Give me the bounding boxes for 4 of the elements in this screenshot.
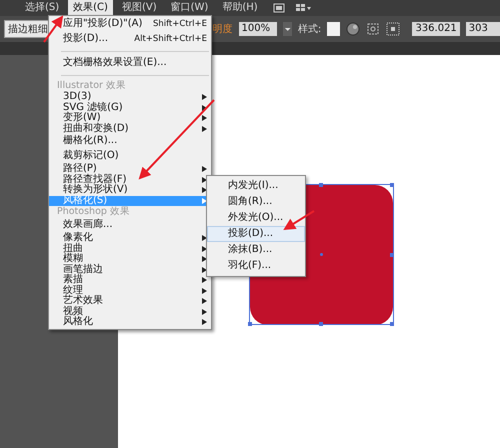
menu-section-header: Photoshop 效果 xyxy=(56,206,131,218)
opacity-label: 明度 xyxy=(212,22,233,36)
menu-section-header: Illustrator 效果 xyxy=(56,80,127,91)
style-label: 样式: xyxy=(298,22,322,36)
